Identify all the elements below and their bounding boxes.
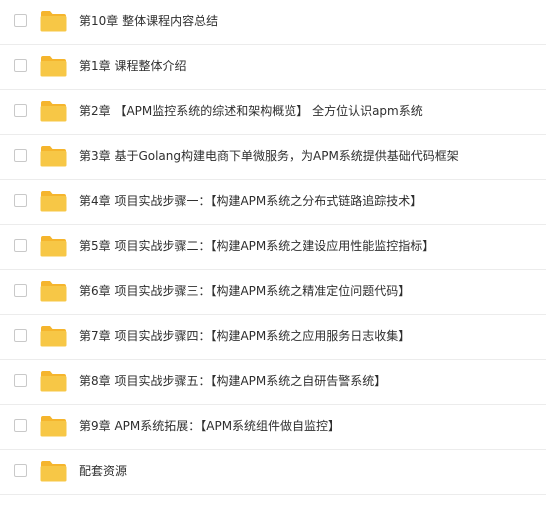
folder-icon xyxy=(40,145,67,167)
folder-name[interactable]: 第3章 基于Golang构建电商下单微服务，为APM系统提供基础代码框架 xyxy=(79,148,459,164)
row-checkbox[interactable] xyxy=(14,464,27,477)
list-item[interactable]: 第1章 课程整体介绍 xyxy=(0,45,546,90)
row-checkbox[interactable] xyxy=(14,104,27,117)
file-list: 第10章 整体课程内容总结 第1章 课程整体介绍 第2章 【APM监控系统的综述… xyxy=(0,0,546,521)
list-item[interactable]: 第2章 【APM监控系统的综述和架构概览】 全方位认识apm系统 xyxy=(0,90,546,135)
folder-icon xyxy=(40,415,67,437)
folder-name[interactable]: 第1章 课程整体介绍 xyxy=(79,58,186,74)
row-checkbox[interactable] xyxy=(14,239,27,252)
row-checkbox[interactable] xyxy=(14,14,27,27)
list-item[interactable]: 第6章 项目实战步骤三：【构建APM系统之精准定位问题代码】 xyxy=(0,270,546,315)
list-item[interactable]: 第7章 项目实战步骤四：【构建APM系统之应用服务日志收集】 xyxy=(0,315,546,360)
list-item[interactable]: 第8章 项目实战步骤五：【构建APM系统之自研告警系统】 xyxy=(0,360,546,405)
folder-icon xyxy=(40,100,67,122)
folder-name[interactable]: 第4章 项目实战步骤一：【构建APM系统之分布式链路追踪技术】 xyxy=(79,193,422,209)
folder-icon xyxy=(40,460,67,482)
folder-name[interactable]: 第7章 项目实战步骤四：【构建APM系统之应用服务日志收集】 xyxy=(79,328,410,344)
folder-icon xyxy=(40,325,67,347)
row-checkbox[interactable] xyxy=(14,194,27,207)
folder-name[interactable]: 第9章 APM系统拓展：【APM系统组件做自监控】 xyxy=(79,418,340,434)
row-checkbox[interactable] xyxy=(14,329,27,342)
folder-icon xyxy=(40,280,67,302)
list-item[interactable]: 配套资源 xyxy=(0,450,546,495)
row-checkbox[interactable] xyxy=(14,59,27,72)
folder-icon xyxy=(40,235,67,257)
folder-name[interactable]: 第8章 项目实战步骤五：【构建APM系统之自研告警系统】 xyxy=(79,373,386,389)
folder-name[interactable]: 第2章 【APM监控系统的综述和架构概览】 全方位认识apm系统 xyxy=(79,103,423,119)
list-item[interactable]: 第4章 项目实战步骤一：【构建APM系统之分布式链路追踪技术】 xyxy=(0,180,546,225)
row-checkbox[interactable] xyxy=(14,419,27,432)
list-item[interactable]: 第9章 APM系统拓展：【APM系统组件做自监控】 xyxy=(0,405,546,450)
row-checkbox[interactable] xyxy=(14,374,27,387)
folder-icon xyxy=(40,55,67,77)
row-checkbox[interactable] xyxy=(14,149,27,162)
folder-name[interactable]: 第10章 整体课程内容总结 xyxy=(79,13,218,29)
list-item[interactable]: 第5章 项目实战步骤二：【构建APM系统之建设应用性能监控指标】 xyxy=(0,225,546,270)
folder-icon xyxy=(40,10,67,32)
folder-icon xyxy=(40,370,67,392)
folder-name[interactable]: 第6章 项目实战步骤三：【构建APM系统之精准定位问题代码】 xyxy=(79,283,410,299)
row-checkbox[interactable] xyxy=(14,284,27,297)
folder-icon xyxy=(40,190,67,212)
list-item[interactable]: 第10章 整体课程内容总结 xyxy=(0,0,546,45)
folder-name[interactable]: 配套资源 xyxy=(79,463,127,479)
list-item[interactable]: 第3章 基于Golang构建电商下单微服务，为APM系统提供基础代码框架 xyxy=(0,135,546,180)
folder-name[interactable]: 第5章 项目实战步骤二：【构建APM系统之建设应用性能监控指标】 xyxy=(79,238,434,254)
